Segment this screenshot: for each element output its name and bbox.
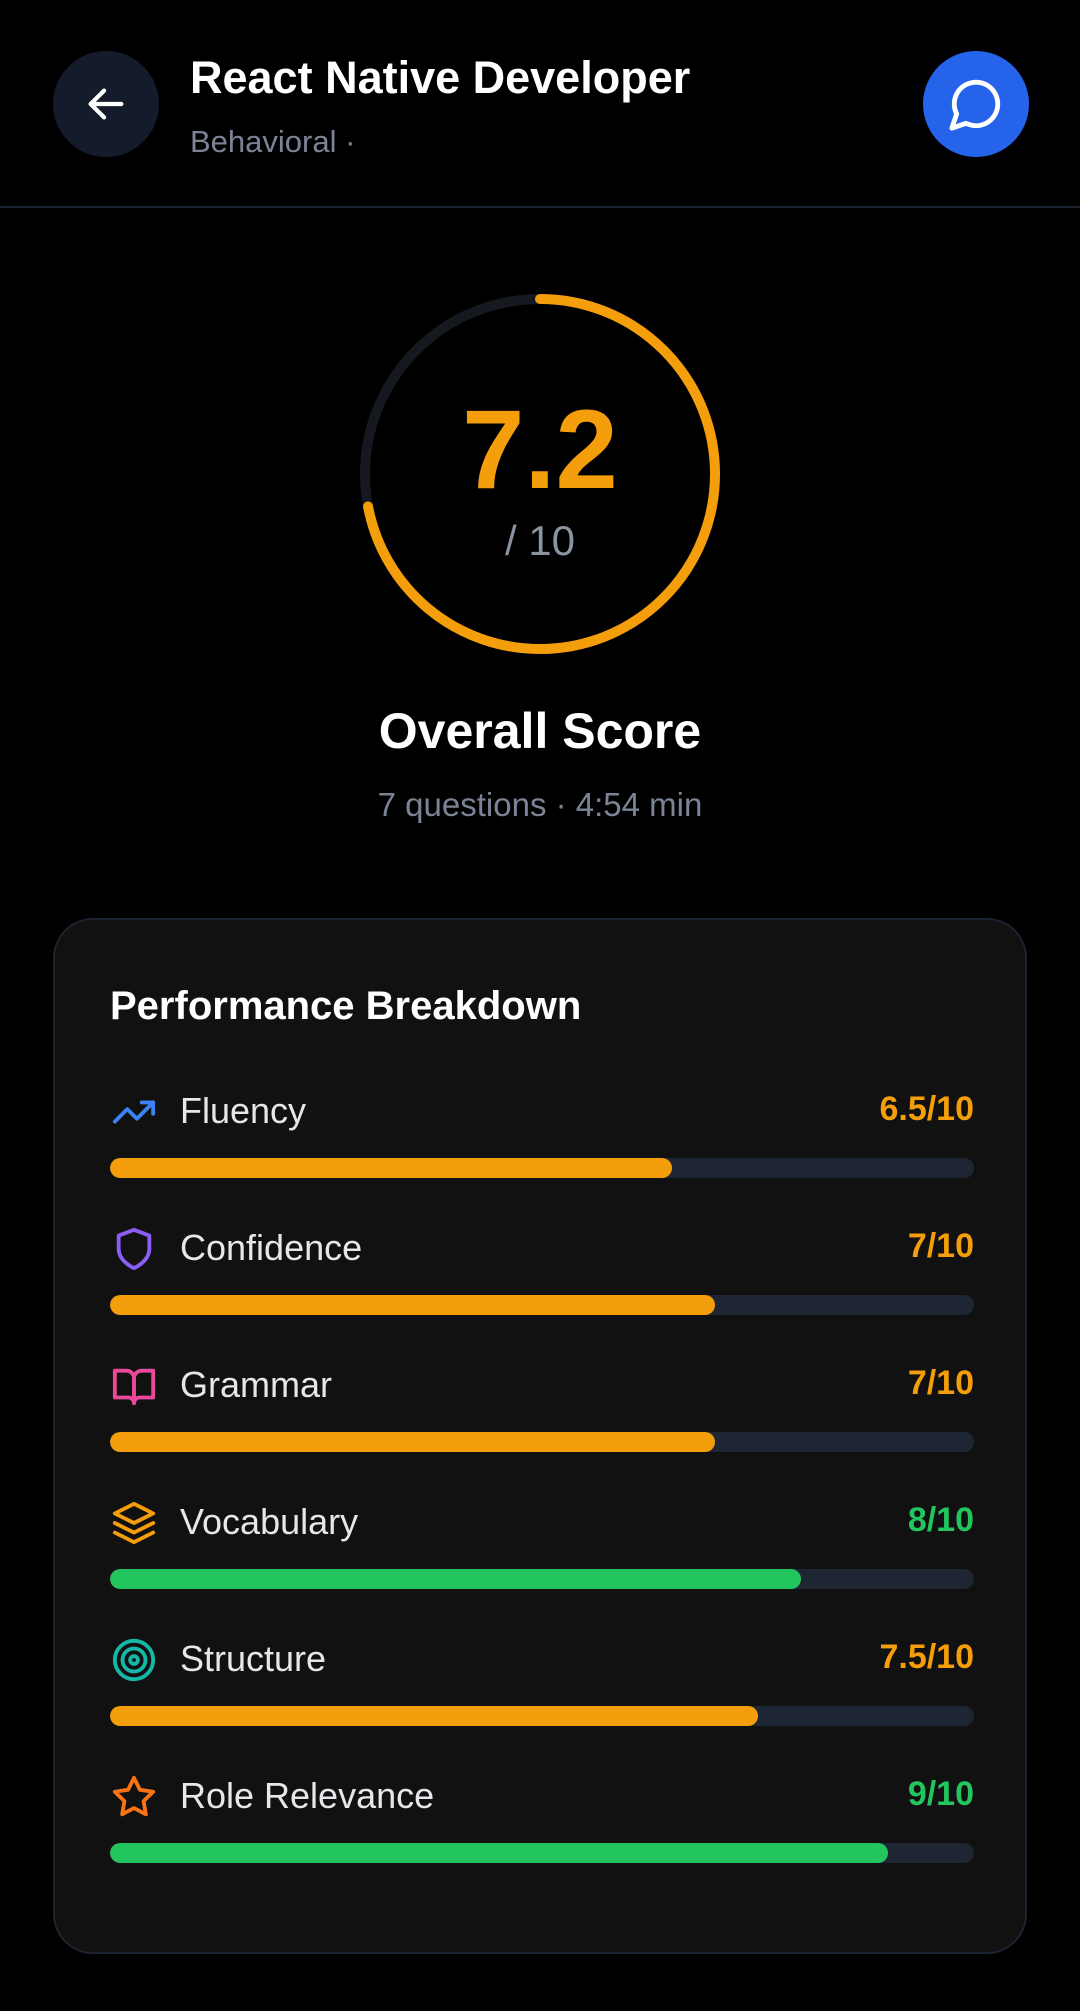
metric-track [110,1843,974,1863]
score-ring: 7.2 / 10 [358,292,722,656]
metric-score: 7/10 [907,1227,974,1265]
chat-button[interactable] [923,51,1029,157]
metric-label: Grammar [180,1364,332,1405]
page-subtitle: Behavioral · [190,124,356,159]
back-button[interactable] [53,51,159,157]
chat-bubble-icon [949,79,1001,131]
metric-fill [110,1843,888,1863]
page-title: React Native Developer [190,52,691,103]
metric-label: Role Relevance [180,1775,435,1816]
star-icon [110,1773,158,1821]
metric-fluency: Fluency 6.5/10 [110,1088,974,1188]
metric-score: 7.5/10 [879,1638,974,1676]
overall-score-meta: 7 questions · 4:54 min [377,786,703,823]
overall-score-value: 7.2 [462,387,618,512]
metric-track [110,1432,974,1452]
metric-vocabulary: Vocabulary 8/10 [110,1499,974,1599]
metric-fill [110,1569,802,1589]
metric-fill [110,1295,715,1315]
arrow-left-icon [88,88,124,120]
metric-track [110,1158,974,1178]
metric-score: 8/10 [907,1501,974,1539]
metric-confidence: Confidence 7/10 [110,1225,974,1325]
metric-label: Fluency [180,1090,307,1131]
overall-score-max: / 10 [504,517,576,564]
metric-label: Confidence [180,1227,363,1268]
metric-track [110,1569,974,1589]
metric-label: Structure [180,1638,327,1679]
metric-track [110,1295,974,1315]
layers-icon [110,1499,158,1547]
metric-score: 9/10 [907,1775,974,1813]
metric-fill [110,1706,758,1726]
metric-structure: Structure 7.5/10 [110,1636,974,1736]
header: React Native Developer Behavioral · [0,0,1080,208]
breakdown-title: Performance Breakdown [110,984,582,1028]
metric-score: 6.5/10 [879,1090,974,1128]
metric-role-relevance: Role Relevance 9/10 [110,1773,974,1873]
metric-label: Vocabulary [180,1501,359,1542]
metric-fill [110,1158,672,1178]
metric-grammar: Grammar 7/10 [110,1362,974,1462]
trending-up-icon [110,1088,158,1136]
metric-score: 7/10 [907,1364,974,1402]
book-open-icon [110,1362,158,1410]
target-icon [110,1636,158,1684]
shield-icon [110,1225,158,1273]
metric-track [110,1706,974,1726]
metric-fill [110,1432,715,1452]
performance-breakdown-card: Performance Breakdown Fluency 6.5/10 Con… [53,918,1027,1954]
overall-score-label: Overall Score [378,703,702,759]
